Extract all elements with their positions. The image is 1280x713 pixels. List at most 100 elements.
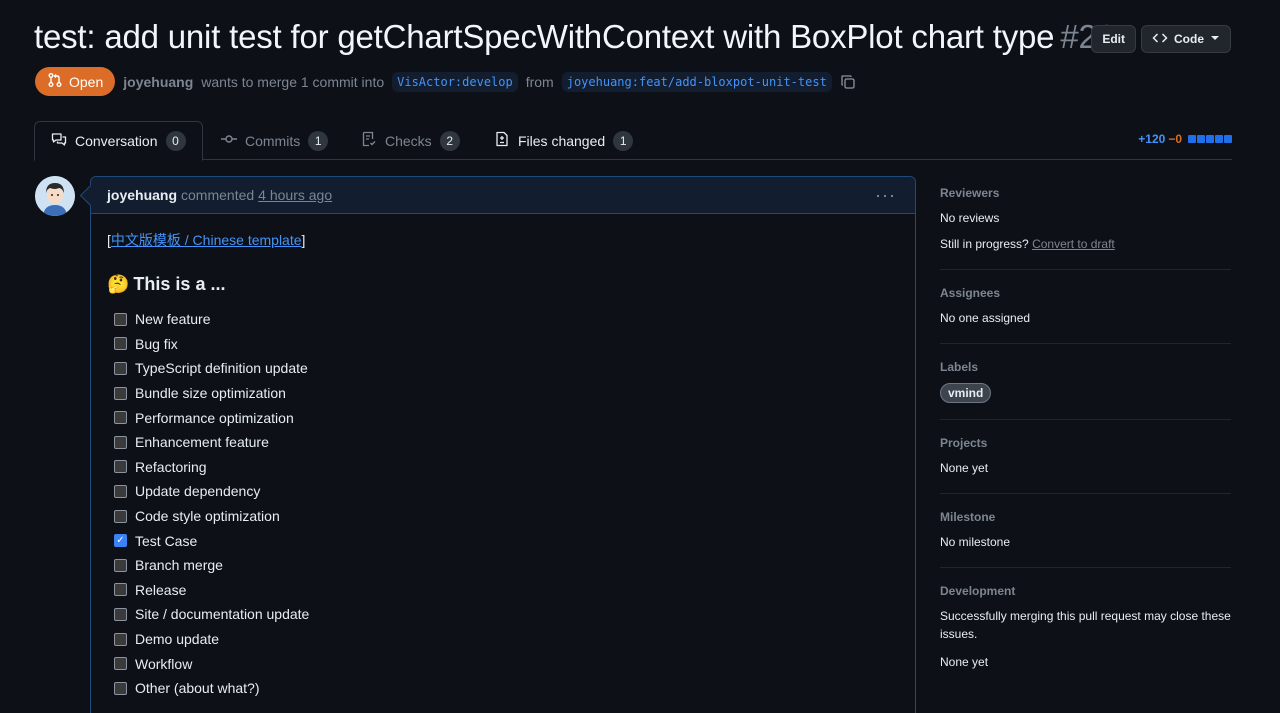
checklist-item-label: Site / documentation update [135, 606, 310, 623]
pr-meta: Open joyehuang wants to merge 1 commit i… [35, 67, 856, 96]
projects-value: None yet [940, 461, 989, 475]
code-button-label: Code [1174, 32, 1204, 46]
checklist-item-label: Other (about what?) [135, 680, 260, 697]
checklist-item: Performance optimization [114, 405, 899, 430]
checklist-item: Demo update [114, 627, 899, 652]
checkbox[interactable] [114, 657, 127, 671]
tab-count: 0 [165, 131, 186, 151]
tab-label: Conversation [75, 133, 158, 149]
label-badge[interactable]: vmind [940, 383, 992, 403]
milestone-value: No milestone [940, 535, 1011, 549]
checklist-item-label: Test Case [135, 532, 198, 549]
convert-to-draft-link[interactable]: Convert to draft [1032, 237, 1115, 251]
comment-box: joyehuang commented 4 hours ago ··· [中文版… [90, 176, 916, 713]
checkbox[interactable] [114, 386, 127, 400]
checklist-item-label: Performance optimization [135, 409, 294, 426]
checklist-item: Bug fix [114, 332, 899, 357]
checklist-item: Workflow [114, 651, 899, 676]
checkbox[interactable] [114, 337, 127, 351]
tab-conversation[interactable]: Conversation 0 [34, 121, 203, 161]
checklist-item: Release [114, 578, 899, 603]
diffstat: +120 −0 [1138, 132, 1232, 146]
sidebar: Reviewers No reviews Still in progress? … [940, 186, 1231, 703]
reviewers-value: No reviews [940, 211, 1000, 225]
edit-button[interactable]: Edit [1091, 25, 1136, 53]
checklist-item-label: Enhancement feature [135, 434, 269, 451]
kebab-horizontal-icon[interactable]: ··· [875, 185, 896, 206]
pr-title-text: test: add unit test for getChartSpecWith… [34, 18, 1055, 55]
checkbox[interactable] [114, 361, 127, 375]
tab-count: 1 [613, 130, 634, 151]
milestone-heading[interactable]: Milestone [940, 510, 1231, 524]
checklist-item-label: Code style optimization [135, 508, 280, 525]
task-checklist: New feature Bug fix TypeScript definition … [114, 307, 899, 701]
comment-author[interactable]: joyehuang [107, 187, 177, 203]
checklist-item-label: Bug fix [135, 335, 178, 352]
file-diff-icon [494, 131, 510, 150]
diffstat-blocks [1188, 135, 1232, 143]
merge-text: wants to merge 1 commit into [201, 73, 385, 90]
development-value: Successfully merging this pull request m… [940, 609, 1231, 641]
code-button[interactable]: Code [1141, 25, 1231, 53]
checklist-item-label: Refactoring [135, 458, 207, 475]
checklist-item: Test Case [114, 528, 899, 553]
progress-question: Still in progress? [940, 237, 1029, 251]
checkbox[interactable] [114, 509, 127, 523]
comment-time[interactable]: 4 hours ago [258, 187, 332, 203]
head-branch[interactable]: joyehuang:feat/add-bloxpot-unit-test [561, 71, 832, 92]
checkbox[interactable] [114, 681, 127, 695]
state-label: Open [69, 73, 104, 90]
checkbox[interactable] [114, 411, 127, 425]
draft-line: Still in progress? Convert to draft [940, 235, 1231, 253]
checklist-item: Code style optimization [114, 504, 899, 529]
checklist-item: Branch merge [114, 553, 899, 578]
sidebar-assignees: Assignees No one assigned [940, 286, 1231, 344]
base-branch[interactable]: VisActor:develop [392, 71, 518, 92]
checklist-item: Other (about what?) [114, 676, 899, 701]
caret-down-icon [1210, 32, 1220, 46]
projects-heading[interactable]: Projects [940, 436, 1231, 450]
checkbox[interactable] [114, 460, 127, 474]
checklist-item-label: New feature [135, 311, 211, 328]
pr-author-link[interactable]: joyehuang [123, 74, 193, 90]
labels-heading[interactable]: Labels [940, 360, 1231, 374]
tab-checks[interactable]: Checks 2 [345, 121, 476, 160]
checklist-item-label: Demo update [135, 631, 220, 648]
avatar[interactable] [35, 176, 75, 216]
checklist-item: Site / documentation update [114, 602, 899, 627]
checkbox[interactable] [114, 632, 127, 646]
checklist-item: Enhancement feature [114, 430, 899, 455]
template-bracket-close: ] [301, 232, 306, 248]
checkbox[interactable] [114, 583, 127, 597]
tab-count: 1 [308, 130, 329, 151]
thinking-emoji-icon: 🤔 [107, 274, 130, 294]
tab-label: Files changed [518, 132, 606, 149]
assignees-heading[interactable]: Assignees [940, 286, 1231, 300]
checklist-item-label: Branch merge [135, 557, 223, 574]
checkbox[interactable] [114, 484, 127, 498]
reviewers-heading[interactable]: Reviewers [940, 186, 1231, 200]
pr-tabs: Conversation 0 Commits 1 Checks 2 Files … [34, 121, 1232, 161]
tab-commits[interactable]: Commits 1 [205, 121, 344, 160]
template-line: [中文版模板 / Chinese template] [107, 230, 899, 250]
checklist-item-label: TypeScript definition update [135, 360, 308, 377]
checkbox-checked[interactable] [114, 534, 127, 548]
checkbox[interactable] [114, 312, 127, 326]
development-heading[interactable]: Development [940, 584, 1231, 598]
chinese-template-link[interactable]: 中文版模板 / Chinese template [111, 232, 302, 248]
checklist-item: Update dependency [114, 479, 899, 504]
checkbox[interactable] [114, 607, 127, 621]
pr-title: test: add unit test for getChartSpecWith… [34, 18, 1133, 56]
comment-discussion-icon [51, 132, 67, 151]
checkbox[interactable] [114, 558, 127, 572]
checkbox[interactable] [114, 435, 127, 449]
tab-files-changed[interactable]: Files changed 1 [478, 121, 649, 160]
sidebar-reviewers: Reviewers No reviews Still in progress? … [940, 186, 1231, 270]
copy-icon[interactable] [840, 74, 856, 90]
development-linked: None yet [940, 655, 989, 669]
section-heading: 🤔 This is a ... [107, 274, 899, 295]
deletions-count: −0 [1168, 132, 1182, 146]
assignees-value: No one assigned [940, 311, 1031, 325]
comment-body: [中文版模板 / Chinese template] 🤔 This is a .… [91, 214, 915, 713]
checklist-item: Refactoring [114, 455, 899, 480]
